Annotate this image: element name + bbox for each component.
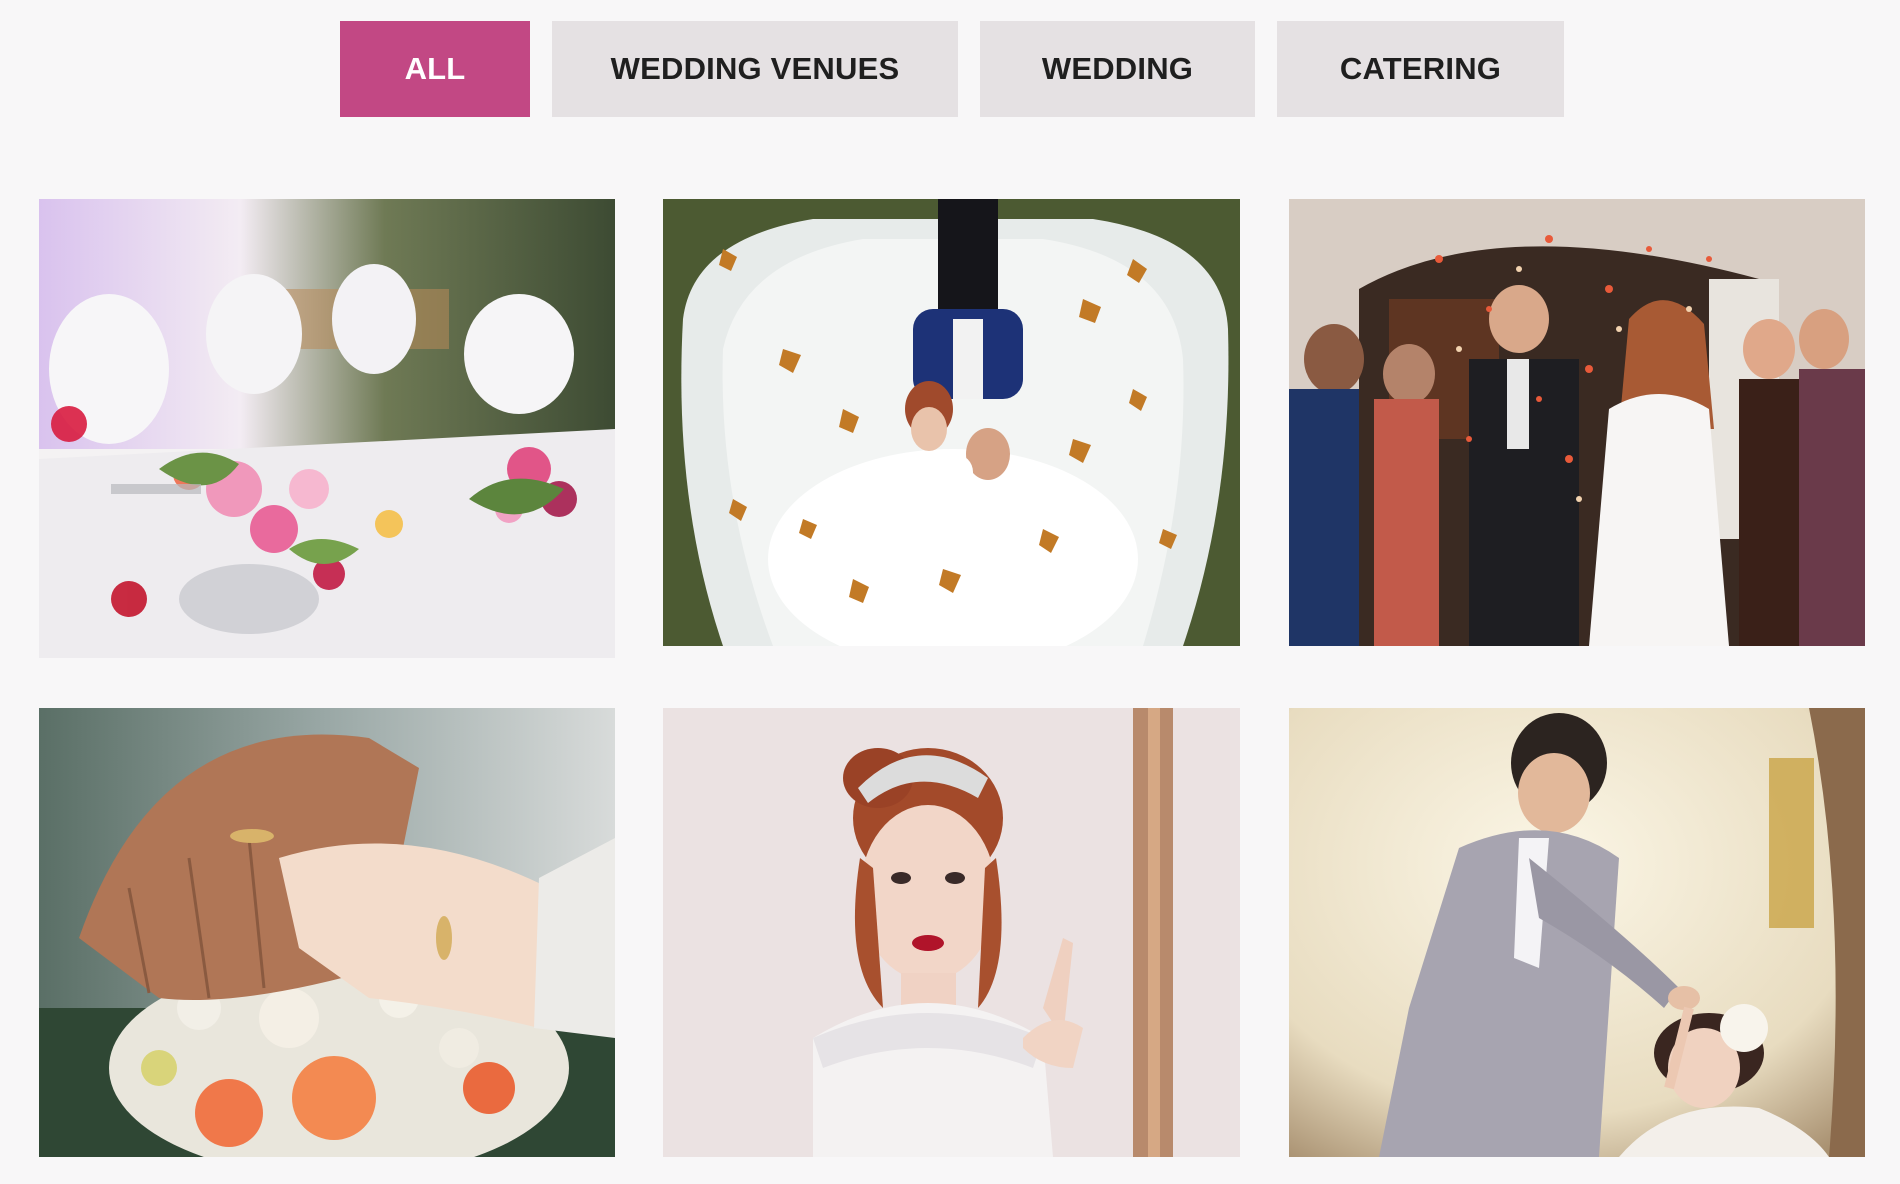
banquet-table-flowers-photo [39,199,615,658]
groom-holding-bride-hand-photo [1289,708,1865,1157]
gallery-item-bride-portrait[interactable] [663,708,1240,1157]
hands-with-rings-on-bouquet-photo [39,708,615,1157]
filter-all-button[interactable]: ALL [340,21,530,117]
gallery-item-couple-on-veil[interactable] [663,199,1240,646]
gallery-item-confetti-exit[interactable] [1289,199,1865,646]
gallery-item-rings-bouquet[interactable] [39,708,615,1157]
gallery-filter-bar: ALL WEDDING VENUES WEDDING CATERING [340,21,1564,117]
gallery-item-banquet-table[interactable] [39,199,615,658]
gallery-page: ALL WEDDING VENUES WEDDING CATERING [0,0,1900,1184]
couple-confetti-exit-photo [1289,199,1865,646]
filter-wedding-button[interactable]: WEDDING [980,21,1255,117]
couple-lying-on-veil-with-leaves-photo [663,199,1240,646]
filter-catering-button[interactable]: CATERING [1277,21,1564,117]
gallery-item-groom-and-bride[interactable] [1289,708,1865,1157]
filter-wedding-venues-button[interactable]: WEDDING VENUES [552,21,958,117]
bride-with-tiara-portrait-photo [663,708,1240,1157]
